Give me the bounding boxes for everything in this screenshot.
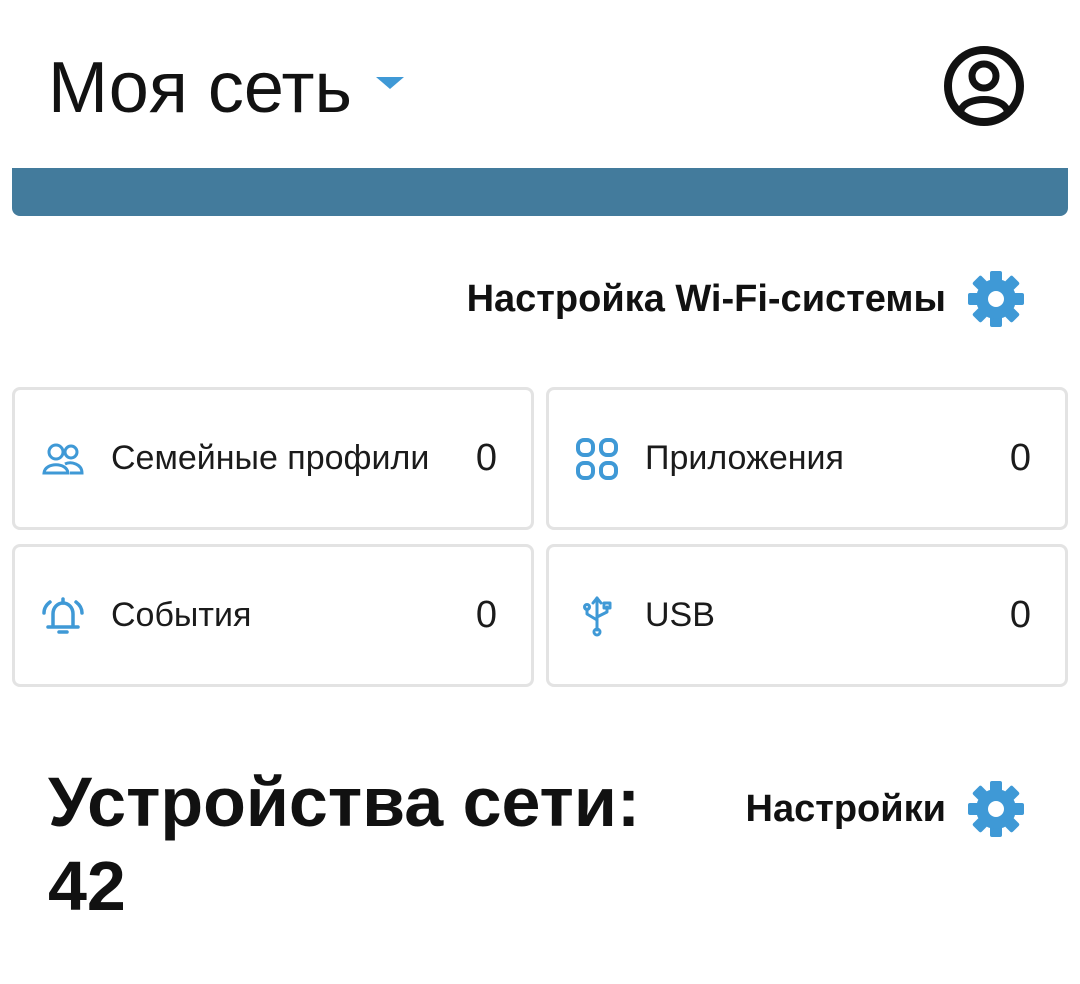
- tile-label-apps: Приложения: [645, 439, 844, 477]
- bell-icon: [41, 594, 85, 638]
- my-network-screen: Моя сеть Настройка Wi-Fi-системы Семейны…: [0, 0, 1080, 984]
- wifi-system-settings-label: Настройка Wi-Fi-системы: [466, 277, 946, 320]
- wifi-system-settings-link[interactable]: Настройка Wi-Fi-системы: [467, 268, 1026, 330]
- feature-tiles: Семейные профили 0 Приложения 0 События …: [12, 387, 1068, 687]
- tile-events[interactable]: События 0: [12, 544, 534, 687]
- devices-heading: Устройства сети: 42: [48, 760, 668, 928]
- network-title: Моя сеть: [48, 48, 352, 128]
- status-banner: [12, 168, 1068, 216]
- usb-icon: [575, 594, 619, 638]
- tile-count-events: 0: [475, 594, 497, 636]
- tile-count-usb: 0: [1009, 594, 1031, 636]
- devices-settings-link[interactable]: Настройки: [746, 778, 1026, 840]
- account-circle-icon: [944, 46, 1024, 126]
- tile-count-apps: 0: [1009, 437, 1031, 479]
- tile-count-family-profiles: 0: [475, 437, 497, 479]
- tile-family-profiles[interactable]: Семейные профили 0: [12, 387, 534, 530]
- tile-label-events: События: [111, 596, 252, 634]
- tile-usb[interactable]: USB 0: [546, 544, 1068, 687]
- account-button[interactable]: [942, 44, 1026, 128]
- apps-grid-icon: [575, 437, 619, 481]
- tile-label-family-profiles: Семейные профили: [111, 439, 430, 477]
- gear-icon: [968, 271, 1024, 327]
- network-selector[interactable]: Моя сеть: [48, 48, 404, 128]
- caret-down-icon: [375, 77, 404, 89]
- tile-apps[interactable]: Приложения 0: [546, 387, 1068, 530]
- family-profiles-icon: [41, 437, 85, 481]
- devices-title: Устройства сети:: [48, 763, 641, 841]
- tile-label-usb: USB: [645, 596, 715, 634]
- gear-icon: [968, 781, 1024, 837]
- devices-count: 42: [48, 847, 126, 925]
- devices-settings-label: Настройки: [745, 787, 946, 830]
